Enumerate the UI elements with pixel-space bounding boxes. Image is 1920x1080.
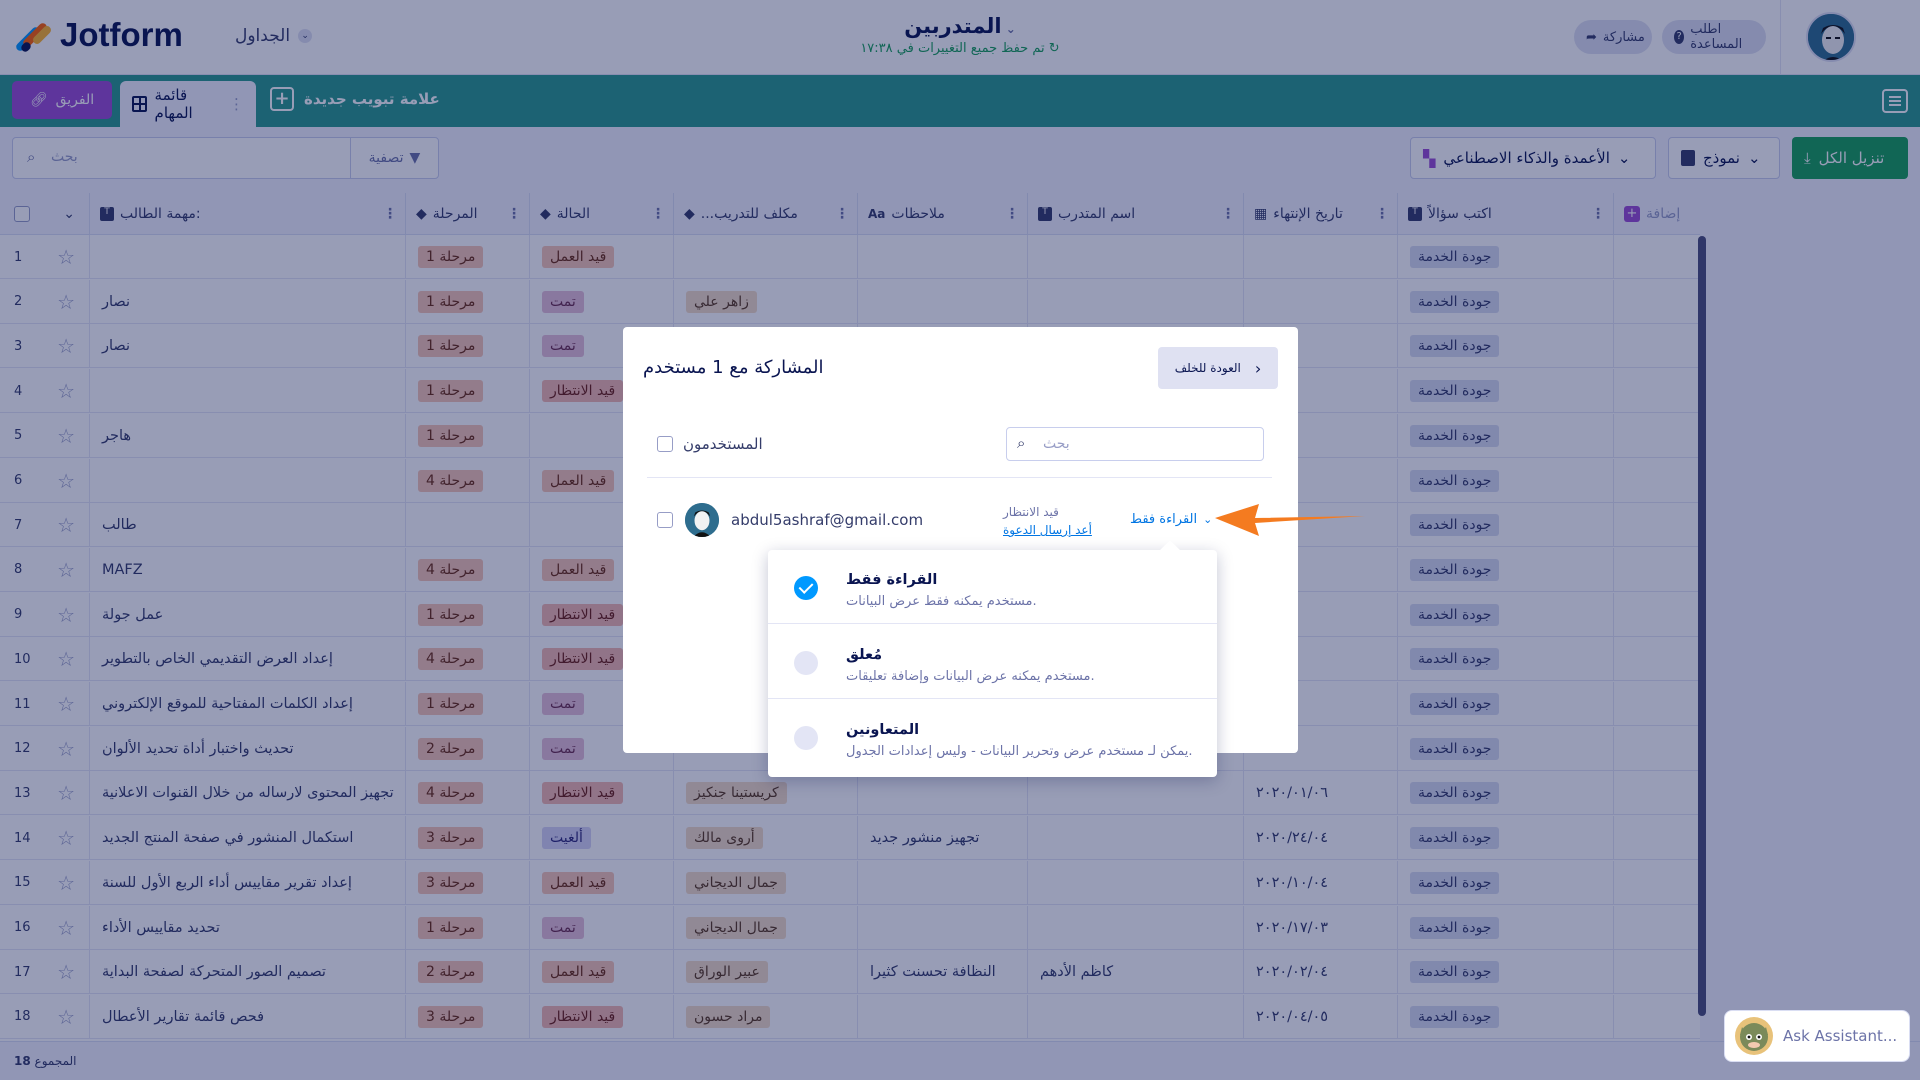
chevron-down-icon: ⌄ [1203,513,1213,526]
dialog-divider [647,477,1272,478]
permission-option-description: مستخدم يمكنه فقط عرض البيانات. [846,594,1037,609]
resend-invite-link[interactable]: أعد إرسال الدعوة [1003,521,1092,539]
dialog-title: المشاركة مع 1 مستخدم [643,357,824,378]
permission-dropdown[interactable]: القراءة فقط ⌄ [1130,512,1212,527]
permission-option-description: مستخدم يمكنه عرض البيانات وإضافة تعليقات… [846,669,1095,684]
shared-user-row: abdul5ashraf@gmail.com [657,503,923,537]
permission-option[interactable]: القراءة فقط مستخدم يمكنه فقط عرض البيانات… [768,550,1217,624]
permission-menu: القراءة فقط مستخدم يمكنه فقط عرض البيانات… [768,550,1217,777]
invite-status: قيد الانتظار أعد إرسال الدعوة [1003,503,1092,539]
permission-option[interactable]: المتعاونين يمكن لـ مستخدم عرض وتحرير البي… [768,700,1217,774]
search-icon: ⌕ [1017,434,1026,452]
permission-option-title: مُعلق [846,647,883,663]
orange-arrow-annotation [1215,504,1365,536]
back-label: العودة للخلف [1174,361,1241,375]
radio-unchecked-icon[interactable] [794,651,818,675]
user-avatar [685,503,719,537]
users-label: المستخدمون [683,435,763,453]
user-search-placeholder: بحث [1043,436,1070,452]
radio-unchecked-icon[interactable] [794,726,818,750]
users-select-all[interactable]: المستخدمون [657,435,763,453]
assistant-label: Ask Assistant... [1783,1027,1898,1045]
radio-checked-icon[interactable] [794,576,818,600]
assistant-cat-icon [1735,1017,1773,1055]
permission-option[interactable]: مُعلق مستخدم يمكنه عرض البيانات وإضافة تع… [768,625,1217,699]
permission-option-title: المتعاونين [846,722,920,738]
user-checkbox[interactable] [657,512,673,528]
permission-label: القراءة فقط [1130,512,1198,527]
user-email: abdul5ashraf@gmail.com [731,511,924,529]
users-checkbox[interactable] [657,436,673,452]
back-button[interactable]: العودة للخلف › [1158,347,1278,389]
permission-option-description: يمكن لـ مستخدم عرض وتحرير البيانات - ولي… [846,744,1193,759]
avatar-illustration [685,503,719,537]
ask-assistant-button[interactable]: Ask Assistant... [1724,1010,1910,1062]
user-search-input[interactable]: ⌕ بحث [1006,427,1264,461]
chevron-right-icon: › [1254,358,1262,378]
pending-label: قيد الانتظار [1003,505,1059,519]
permission-option-title: القراءة فقط [846,572,938,588]
